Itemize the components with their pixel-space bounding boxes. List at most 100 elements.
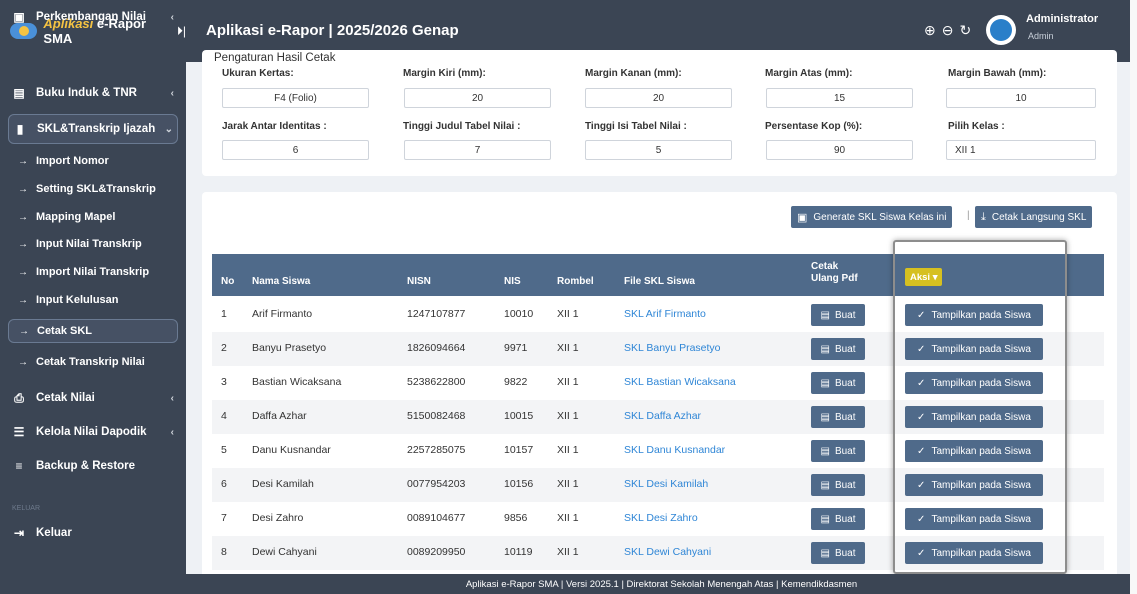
cell-rombel: XII 1 (557, 342, 579, 354)
arrow-right-icon: → (18, 238, 28, 250)
cell-nis: 10157 (504, 444, 534, 456)
margin-atas-field[interactable]: 15 (766, 88, 913, 108)
sidebar-item-backup-restore[interactable]: ≡ Backup & Restore (8, 453, 178, 479)
file-icon: ▤ (820, 343, 830, 355)
skl-file-link[interactable]: SKL Danu Kusnandar (624, 444, 725, 456)
user-role: Admin (1028, 31, 1054, 41)
cell-nama: Dewi Cahyani (252, 546, 317, 558)
buat-pdf-button[interactable]: ▤ Buat (811, 508, 865, 530)
buat-pdf-button[interactable]: ▤ Buat (811, 542, 865, 564)
database-stack-icon: ≡ (15, 459, 23, 473)
sidebar-item-keluar[interactable]: ⇥ Keluar (8, 520, 178, 546)
cell-rombel: XII 1 (557, 512, 579, 524)
sidebar-sub-import-nilai-transkrip[interactable]: → Import Nilai Transkrip (8, 260, 178, 284)
label-margin-kiri: Margin Kiri (mm): (403, 68, 486, 79)
cetak-langsung-button[interactable]: ⤓ Cetak Langsung SKL (975, 206, 1093, 228)
th-nis: NIS (504, 276, 521, 287)
cell-no: 7 (221, 512, 227, 524)
sidebar-sub-input-kelulusan[interactable]: → Input Kelulusan (8, 288, 178, 312)
cell-rombel: XII 1 (557, 410, 579, 422)
file-icon: ▤ (820, 411, 830, 423)
buat-label: Buat (834, 445, 856, 457)
margin-bawah-field[interactable]: 10 (946, 88, 1096, 108)
label-tinggi-isi: Tinggi Isi Tabel Nilai : (585, 121, 687, 132)
persentase-kop-field[interactable]: 90 (766, 140, 913, 160)
margin-kiri-field[interactable]: 20 (404, 88, 551, 108)
cell-nisn: 0089209950 (407, 546, 466, 558)
buat-pdf-button[interactable]: ▤ Buat (811, 372, 865, 394)
arrow-right-icon: → (19, 325, 29, 337)
label-margin-kanan: Margin Kanan (mm): (585, 68, 682, 79)
jarak-identitas-field[interactable]: 6 (222, 140, 369, 160)
refresh-icon[interactable]: ↻ (959, 22, 971, 39)
user-name[interactable]: Administrator (1026, 13, 1098, 25)
buat-pdf-button[interactable]: ▤ Buat (811, 440, 865, 462)
buat-pdf-button[interactable]: ▤ Buat (811, 304, 865, 326)
cell-no: 6 (221, 478, 227, 490)
th-cetak-ulang: Cetak Ulang Pdf (811, 261, 858, 285)
avatar[interactable] (986, 15, 1016, 45)
buat-pdf-button[interactable]: ▤ Buat (811, 474, 865, 496)
th-file: File SKL Siswa (624, 276, 695, 287)
skl-file-link[interactable]: SKL Daffa Azhar (624, 410, 701, 422)
tinggi-isi-field[interactable]: 5 (585, 140, 732, 160)
skl-file-link[interactable]: SKL Arif Firmanto (624, 308, 706, 320)
buat-label: Buat (834, 479, 856, 491)
skl-file-link[interactable]: SKL Banyu Prasetyo (624, 342, 721, 354)
sidebar-sub-setting-skl[interactable]: → Setting SKL&Transkrip (8, 177, 178, 201)
cell-rombel: XII 1 (557, 478, 579, 490)
arrow-right-icon: → (18, 183, 28, 195)
cell-nama: Desi Zahro (252, 512, 304, 524)
scrollbar[interactable] (1130, 0, 1137, 594)
sidebar-toggle-icon[interactable]: ⏵| (177, 24, 186, 39)
sidebar-sub-label: Cetak Transkrip Nilai (36, 356, 145, 368)
sidebar: Aplikasi e-Rapor SMA ⏵| ▣ Perkembangan N… (0, 0, 186, 594)
cell-nisn: 1247107877 (407, 308, 466, 320)
sidebar-sub-import-nomor[interactable]: → Import Nomor (8, 149, 178, 173)
footer: Aplikasi e-Rapor SMA | Versi 2025.1 | Di… (186, 574, 1137, 594)
skl-file-link[interactable]: SKL Desi Zahro (624, 512, 698, 524)
skl-file-link[interactable]: SKL Bastian Wicaksana (624, 376, 736, 388)
zoom-in-icon[interactable]: ⊕ (924, 22, 936, 39)
cell-nama: Banyu Prasetyo (252, 342, 327, 354)
sidebar-sub-cetak-transkrip[interactable]: → Cetak Transkrip Nilai (8, 350, 178, 374)
cell-nama: Danu Kusnandar (252, 444, 331, 456)
cell-nisn: 0089104677 (407, 512, 466, 524)
sidebar-sub-mapping-mapel[interactable]: → Mapping Mapel (8, 205, 178, 229)
file-icon: ▤ (820, 445, 830, 457)
pilih-kelas-select[interactable]: XII 1 (946, 140, 1096, 160)
sidebar-item-label: Perkembangan Nilai (36, 11, 146, 23)
generate-skl-button[interactable]: ▣ Generate SKL Siswa Kelas ini (791, 206, 953, 228)
sidebar-sub-label: Setting SKL&Transkrip (36, 183, 156, 195)
chevron-left-icon: ‹ (170, 87, 174, 99)
book-icon: ▤ (13, 86, 25, 100)
buat-pdf-button[interactable]: ▤ Buat (811, 406, 865, 428)
sidebar-item-skl-transkrip[interactable]: ▮ SKL&Transkrip Ijazah ⌄ (8, 114, 178, 144)
zoom-out-icon[interactable]: ⊖ (942, 22, 954, 39)
th-cetak-line2: Ulang Pdf (811, 273, 858, 284)
sidebar-sub-input-nilai-transkrip[interactable]: → Input Nilai Transkrip (8, 232, 178, 256)
logout-icon: ⇥ (13, 526, 25, 540)
document-icon: ▮ (16, 122, 24, 136)
ukuran-kertas-select[interactable]: F4 (Folio) (222, 88, 369, 108)
page-title: Aplikasi e-Rapor | 2025/2026 Genap (206, 22, 459, 39)
sidebar-sub-cetak-skl[interactable]: → Cetak SKL (8, 319, 178, 343)
margin-kanan-field[interactable]: 20 (585, 88, 732, 108)
skl-file-link[interactable]: SKL Desi Kamilah (624, 478, 708, 490)
sidebar-item-perkembangan-nilai[interactable]: ▣ Perkembangan Nilai ‹ (8, 4, 178, 30)
skl-file-link[interactable]: SKL Dewi Cahyani (624, 546, 711, 558)
sidebar-item-buku-induk[interactable]: ▤ Buku Induk & TNR ‹ (8, 80, 178, 106)
generate-skl-label: Generate SKL Siswa Kelas ini (813, 211, 947, 223)
tinggi-judul-field[interactable]: 7 (404, 140, 551, 160)
arrow-right-icon: → (18, 155, 28, 167)
sidebar-item-kelola-dapodik[interactable]: ☰ Kelola Nilai Dapodik ‹ (8, 419, 178, 445)
cell-no: 1 (221, 308, 227, 320)
file-icon: ▤ (820, 513, 830, 525)
cell-nisn: 0077954203 (407, 478, 466, 490)
print-settings-card: Pengaturan Hasil Cetak Ukuran Kertas: Ma… (202, 50, 1117, 176)
buat-pdf-button[interactable]: ▤ Buat (811, 338, 865, 360)
sidebar-item-cetak-nilai[interactable]: ⎙ Cetak Nilai ‹ (8, 385, 178, 411)
cell-nisn: 2257285075 (407, 444, 466, 456)
sidebar-item-label: Backup & Restore (36, 460, 136, 472)
cell-nis: 9822 (504, 376, 528, 388)
